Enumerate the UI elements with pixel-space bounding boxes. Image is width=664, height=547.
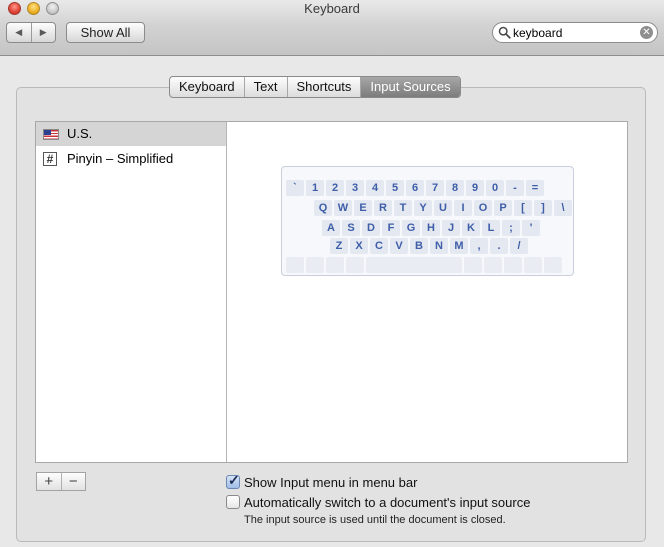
show-input-menu-checkbox[interactable]: ✓ [226,472,240,489]
auto-switch-label[interactable]: Automatically switch to a document's inp… [244,495,530,510]
keyboard-key: ' [522,220,540,236]
window-toolbar: Keyboard ◀ ▶ Show All ✕ [0,0,664,56]
keyboard-row: Q W E R T Y U I O P[] \ [314,200,572,216]
tab-keyboard[interactable]: Keyboard [170,77,245,97]
keyboard-key: 2 [326,180,344,196]
auto-switch-note: The input source is used until the docum… [244,514,506,526]
keyboard-blank-key [464,257,482,273]
show-input-menu-option[interactable]: ✓ Show Input menu in menu bar [226,472,417,491]
keyboard-blank-key [326,257,344,273]
keyboard-key: 5 [386,180,404,196]
keyboard-key: F [382,220,400,236]
keyboard-key: E [354,200,372,216]
search-icon [498,26,511,39]
keyboard-blank-key [346,257,364,273]
auto-switch-checkbox[interactable] [226,495,240,509]
input-sources-list[interactable]: U.S. # Pinyin – Simplified [36,122,227,462]
list-edit-controls: + − [36,472,86,491]
tab-text[interactable]: Text [245,77,288,97]
clear-search-icon[interactable]: ✕ [640,26,653,39]
keyboard-key: 7 [426,180,444,196]
keyboard-key: R [374,200,392,216]
keyboard-key: \ [554,200,572,216]
keyboard-key: T [394,200,412,216]
pinyin-grid-icon: # [43,152,59,166]
keyboard-key: = [526,180,544,196]
keyboard-key: 3 [346,180,364,196]
keyboard-key: P [494,200,512,216]
keyboard-key: ` [286,180,304,196]
show-input-menu-label[interactable]: Show Input menu in menu bar [244,475,417,490]
keyboard-key: J [442,220,460,236]
add-input-source-button[interactable]: + [37,473,61,490]
keyboard-blank-key [366,257,462,273]
keyboard-row: A S D F G H J K L; ' [322,220,540,236]
keyboard-key: [ [514,200,532,216]
keyboard-key: / [510,238,528,254]
keyboard-blank-key [544,257,562,273]
keyboard-key: N [430,238,448,254]
back-button[interactable]: ◀ [7,23,31,42]
window-title: Keyboard [304,1,360,16]
keyboard-key: 8 [446,180,464,196]
forward-button[interactable]: ▶ [30,23,56,42]
keyboard-key: . [490,238,508,254]
keyboard-key: V [390,238,408,254]
search-field[interactable]: ✕ [492,22,658,43]
keyboard-key: Z [330,238,348,254]
auto-switch-option[interactable]: Automatically switch to a document's inp… [226,493,530,511]
keyboard-key: Y [414,200,432,216]
keyboard-key: ] [534,200,552,216]
keyboard-layout-preview: ` 1 2 3 4 5 6 7 8 9 0- = Q W E R T Y U I O P[] \ A S D F G H J K L; ' Z X C… [281,166,574,276]
tab-shortcuts[interactable]: Shortcuts [288,77,362,97]
keyboard-blank-key [524,257,542,273]
remove-input-source-button[interactable]: − [60,473,86,490]
checkmark-icon: ✓ [228,472,240,488]
keyboard-key: D [362,220,380,236]
keyboard-key: A [322,220,340,236]
keyboard-modifier-row [286,257,562,273]
keyboard-key: K [462,220,480,236]
keyboard-blank-key [484,257,502,273]
keyboard-key: - [506,180,524,196]
keyboard-row: ` 1 2 3 4 5 6 7 8 9 0- = [286,180,544,196]
keyboard-key: S [342,220,360,236]
keyboard-blank-key [286,257,304,273]
back-forward-control: ◀ ▶ [6,22,56,43]
keyboard-key: 1 [306,180,324,196]
keyboard-key: Q [314,200,332,216]
list-item-pinyin[interactable]: # Pinyin – Simplified [36,147,226,171]
keyboard-row: Z X C V B N M,. / [330,238,528,254]
keyboard-key: M [450,238,468,254]
forward-arrow-icon: ▶ [39,27,47,37]
keyboard-key: C [370,238,388,254]
keyboard-key: 0 [486,180,504,196]
keyboard-blank-key [504,257,522,273]
keyboard-key: 6 [406,180,424,196]
keyboard-key: , [470,238,488,254]
us-flag-icon [43,127,59,141]
keyboard-blank-key [306,257,324,273]
keyboard-key: O [474,200,492,216]
keyboard-key: G [402,220,420,236]
keyboard-key: U [434,200,452,216]
tab-input-sources[interactable]: Input Sources [361,77,460,97]
list-item-us[interactable]: U.S. [36,122,226,146]
keyboard-key: 9 [466,180,484,196]
source-label: Pinyin – Simplified [67,151,174,166]
keyboard-key: W [334,200,352,216]
preference-tabs: Keyboard Text Shortcuts Input Sources [169,76,461,98]
source-label: U.S. [67,126,93,141]
keyboard-key: B [410,238,428,254]
keyboard-key: X [350,238,368,254]
show-all-button[interactable]: Show All [66,22,145,43]
search-input[interactable] [513,25,633,40]
keyboard-key: ; [502,220,520,236]
keyboard-key: 4 [366,180,384,196]
keyboard-key: H [422,220,440,236]
back-arrow-icon: ◀ [15,27,23,37]
keyboard-key: I [454,200,472,216]
keyboard-key: L [482,220,500,236]
